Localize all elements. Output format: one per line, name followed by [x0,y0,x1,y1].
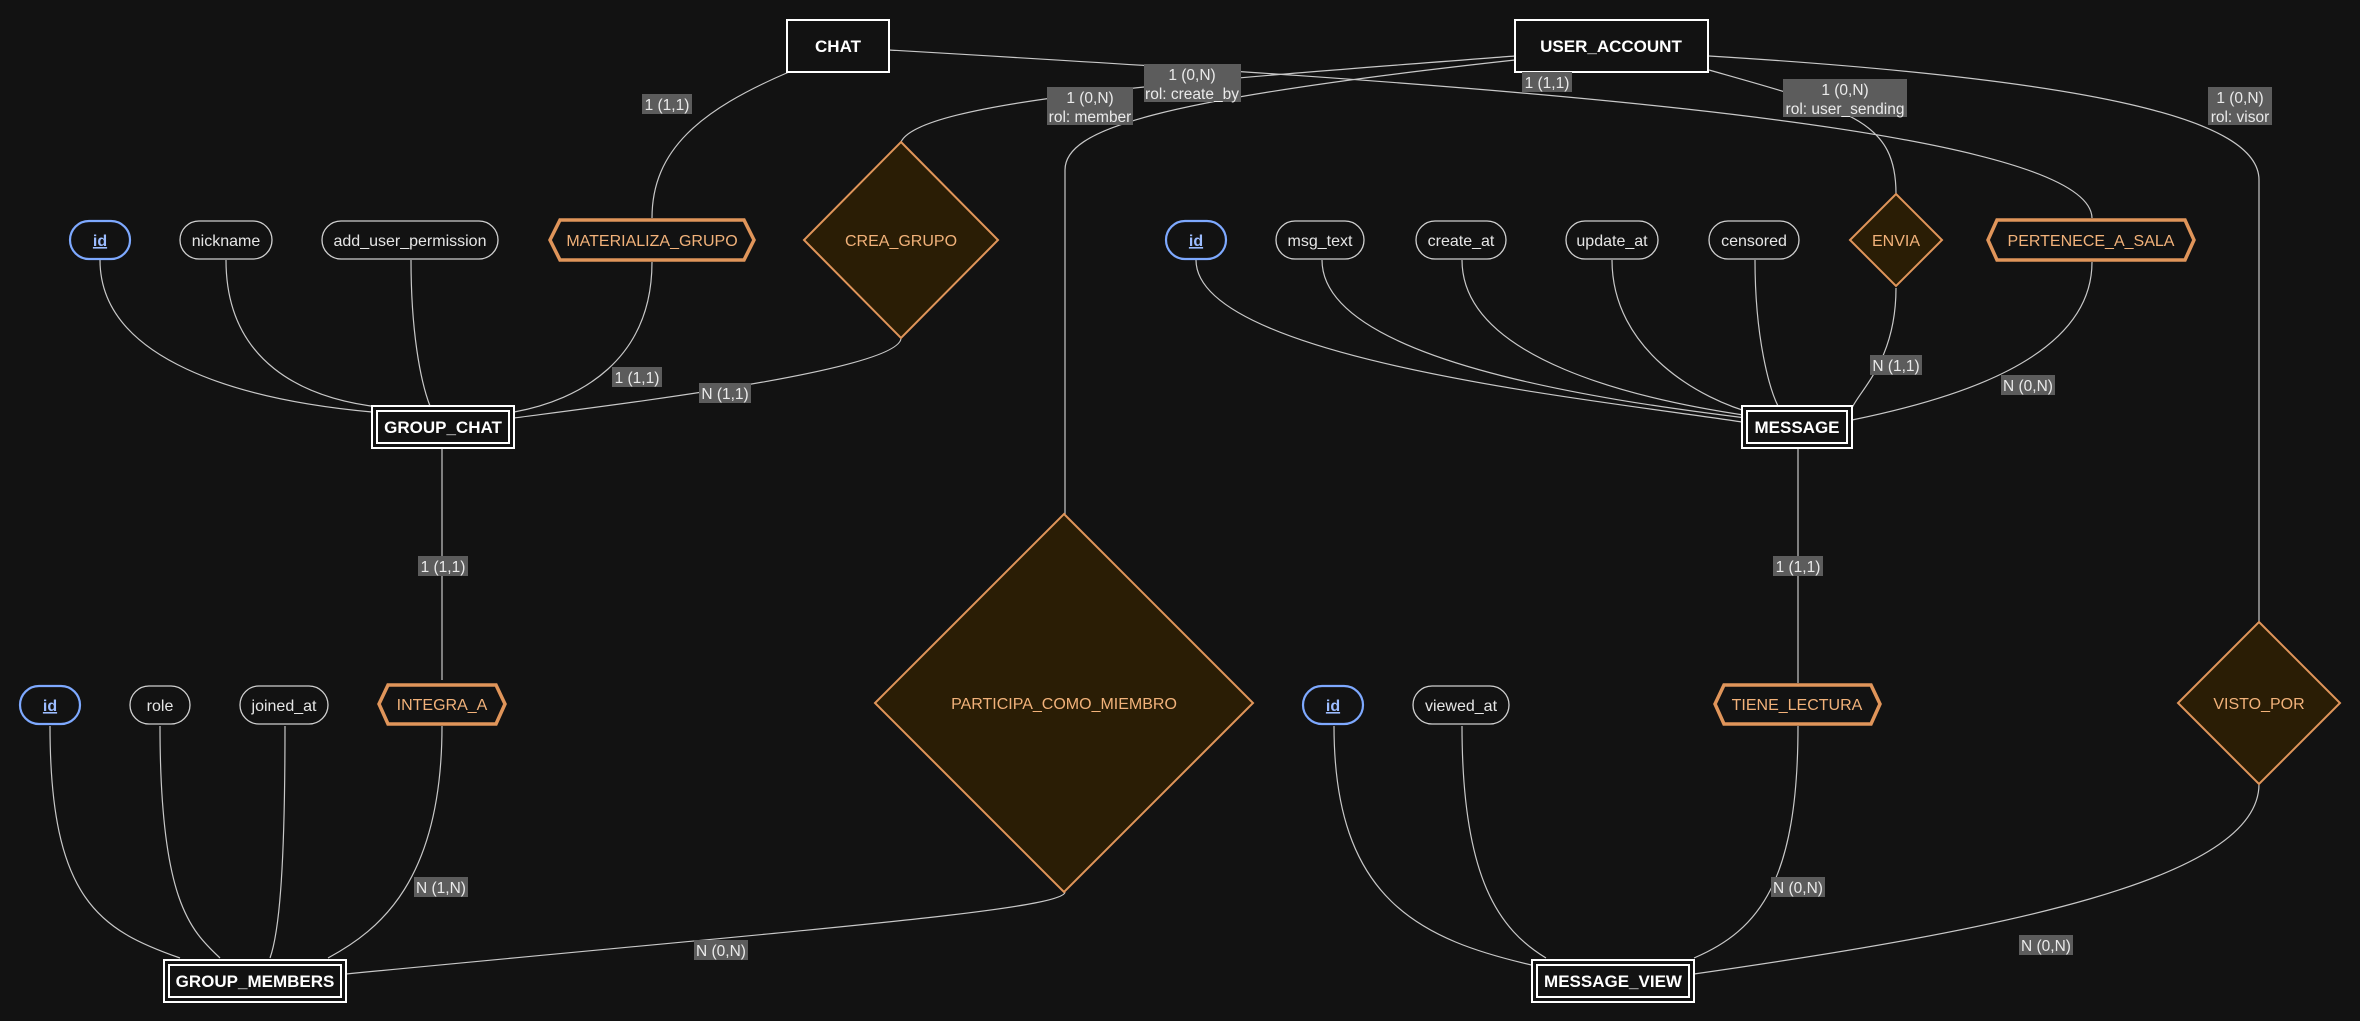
svg-text:1 (1,1): 1 (1,1) [645,97,690,114]
relationship-envia-label: ENVIA [1872,233,1920,250]
entity-message[interactable]: MESSAGE [1741,405,1853,449]
attribute-gc-id-label: id [93,233,107,250]
cardinality-label: N (0,N) [694,940,748,960]
attribute-gc-nickname[interactable]: nickname [179,220,273,260]
svg-text:1 (0,N): 1 (0,N) [1821,82,1868,99]
svg-text:rol: member: rol: member [1049,109,1132,126]
entity-group-members-label: GROUP_MEMBERS [176,972,335,991]
attribute-gc-id[interactable]: id [68,219,132,261]
attribute-m-update-at-label: update_at [1576,233,1648,250]
cardinality-label: 1 (1,1) [612,367,662,387]
attribute-gm-role-label: role [147,698,174,715]
cardinality-label: 1 (0,N) rol: user_sending [1783,79,1907,118]
entity-user-account-label: USER_ACCOUNT [1540,37,1682,56]
svg-text:1 (1,1): 1 (1,1) [1776,559,1821,576]
svg-text:N (1,N): N (1,N) [416,880,466,897]
attribute-m-id[interactable]: id [1164,219,1228,261]
svg-text:1 (1,1): 1 (1,1) [421,559,466,576]
svg-text:rol: visor: rol: visor [2211,109,2270,126]
cardinality-label: 1 (1,1) [642,94,692,114]
attribute-gm-joined-at[interactable]: joined_at [239,685,329,725]
attribute-m-censored-label: censored [1721,233,1787,250]
svg-text:1 (0,N): 1 (0,N) [1066,90,1113,107]
attribute-mv-viewed-at[interactable]: viewed_at [1412,685,1510,725]
svg-text:N (0,N): N (0,N) [2003,378,2053,395]
relationship-pertenece-a-sala[interactable]: PERTENECE_A_SALA [1986,218,2196,262]
entity-group-members[interactable]: GROUP_MEMBERS [163,959,347,1003]
attribute-mv-id-label: id [1326,698,1340,715]
cardinality-label: 1 (0,N) rol: member [1047,87,1133,126]
relationship-tiene-lectura-label: TIENE_LECTURA [1732,697,1863,714]
attribute-gm-id-label: id [43,698,57,715]
relationship-materializa-grupo[interactable]: MATERIALIZA_GRUPO [548,218,756,262]
cardinality-label: 1 (0,N) rol: visor [2208,87,2272,126]
cardinality-label: 1 (1,1) [1522,72,1572,92]
attribute-m-censored[interactable]: censored [1708,220,1800,260]
relationship-visto-por-label: VISTO_POR [2213,696,2304,713]
entity-group-chat[interactable]: GROUP_CHAT [371,405,515,449]
cardinality-label: 1 (1,1) [418,556,468,576]
cardinality-label: N (1,1) [1870,355,1922,375]
attribute-mv-id[interactable]: id [1301,684,1365,726]
attribute-m-msg-text-label: msg_text [1288,233,1353,250]
diagram-background [0,0,2360,1021]
attribute-m-update-at[interactable]: update_at [1565,220,1659,260]
svg-text:N (0,N): N (0,N) [2021,938,2071,955]
cardinality-label: 1 (0,N) rol: create_by [1144,64,1241,103]
cardinality-label: N (0,N) [1771,877,1825,897]
entity-user-account[interactable]: USER_ACCOUNT [1514,19,1709,73]
entity-chat[interactable]: CHAT [786,19,890,73]
cardinality-label: N (0,N) [2001,375,2055,395]
attribute-gm-role[interactable]: role [129,685,191,725]
entity-group-chat-label: GROUP_CHAT [384,418,502,437]
attribute-gm-id[interactable]: id [18,684,82,726]
attribute-m-create-at-label: create_at [1428,233,1495,250]
attribute-gc-add-user-permission-label: add_user_permission [334,233,487,250]
er-diagram: CHAT USER_ACCOUNT GROUP_CHAT MESSAGE GRO… [0,0,2360,1021]
entity-message-view[interactable]: MESSAGE_VIEW [1531,959,1695,1003]
svg-text:1 (0,N): 1 (0,N) [2216,90,2263,107]
cardinality-label: N (1,1) [699,383,751,403]
cardinality-label: 1 (1,1) [1773,556,1823,576]
svg-text:N (0,N): N (0,N) [1773,880,1823,897]
svg-text:1 (0,N): 1 (0,N) [1168,67,1215,84]
svg-text:1 (1,1): 1 (1,1) [615,370,660,387]
svg-text:1 (1,1): 1 (1,1) [1525,75,1570,92]
svg-text:N (1,1): N (1,1) [701,386,748,403]
cardinality-label: N (0,N) [2019,935,2073,955]
attribute-gc-add-user-permission[interactable]: add_user_permission [321,220,499,260]
relationship-integra-a-label: INTEGRA_A [397,697,488,714]
attribute-gc-nickname-label: nickname [192,233,261,250]
svg-text:N (1,1): N (1,1) [1872,358,1919,375]
attribute-mv-viewed-at-label: viewed_at [1425,698,1498,715]
relationship-materializa-grupo-label: MATERIALIZA_GRUPO [566,233,737,250]
attribute-m-msg-text[interactable]: msg_text [1275,220,1365,260]
relationship-crea-grupo-label: CREA_GRUPO [845,233,957,250]
relationship-participa-como-miembro-label: PARTICIPA_COMO_MIEMBRO [951,696,1177,713]
attribute-gm-joined-at-label: joined_at [251,698,318,715]
entity-message-label: MESSAGE [1754,418,1839,437]
relationship-integra-a[interactable]: INTEGRA_A [377,683,507,726]
svg-text:rol: create_by: rol: create_by [1145,86,1239,103]
svg-text:rol: user_sending: rol: user_sending [1786,101,1905,118]
relationship-pertenece-a-sala-label: PERTENECE_A_SALA [2008,233,2175,250]
entity-chat-label: CHAT [815,37,862,56]
entity-message-view-label: MESSAGE_VIEW [1544,972,1683,991]
relationship-tiene-lectura[interactable]: TIENE_LECTURA [1713,683,1882,726]
attribute-m-create-at[interactable]: create_at [1415,220,1507,260]
cardinality-label: N (1,N) [414,877,468,897]
svg-text:N (0,N): N (0,N) [696,943,746,960]
attribute-m-id-label: id [1189,233,1203,250]
